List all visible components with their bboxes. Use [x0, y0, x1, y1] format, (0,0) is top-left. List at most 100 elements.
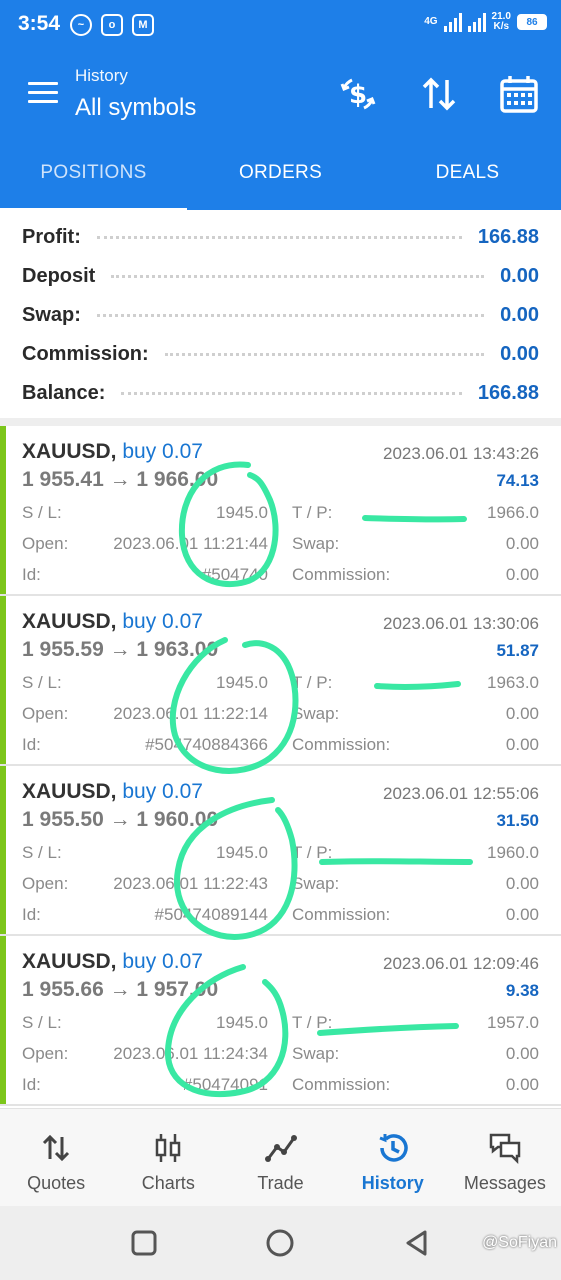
- deal-item[interactable]: XAUUSD, buy 0.07 2023.06.01 13:30:06 1 9…: [0, 596, 561, 766]
- summary-value: 166.88: [477, 226, 539, 248]
- nav-trade[interactable]: Trade: [224, 1109, 336, 1206]
- nav-charts[interactable]: Charts: [112, 1109, 224, 1206]
- commission-value: 0.00: [505, 735, 539, 754]
- buy-accent-bar: [0, 766, 6, 934]
- swap-label: Swap:: [292, 874, 340, 893]
- section-divider: [0, 418, 561, 426]
- nav-label: Trade: [257, 1173, 304, 1193]
- summary-value: 0.00: [500, 343, 539, 365]
- tp-label: T / P:: [292, 843, 333, 862]
- quotes-arrows-icon: [43, 1134, 70, 1162]
- deal-id: #50474091: [182, 1075, 268, 1094]
- swap-label: Swap:: [292, 1044, 340, 1063]
- back-triangle-icon[interactable]: [402, 1228, 432, 1258]
- deal-symbol: XAUUSD, buy 0.07: [22, 950, 203, 973]
- open-time: 2023.06.01 11:22:43: [113, 874, 268, 893]
- deal-profit: 9.38: [505, 981, 539, 1000]
- deal-side: buy 0.07: [122, 780, 203, 803]
- currency-exchange-icon[interactable]: $: [338, 74, 378, 114]
- candlestick-icon: [156, 1134, 181, 1162]
- summary-panel: Profit: 166.88 Deposit 0.00 Swap: 0.00 Comm…: [0, 218, 561, 413]
- summary-row-commission: Commission: 0.00: [0, 335, 561, 374]
- watermark: @SoFiyan: [482, 1234, 557, 1251]
- deal-profit: 74.13: [496, 471, 539, 490]
- deal-prices: 1 955.50 → 1 960.00: [22, 808, 219, 831]
- swap-value: 0.00: [505, 704, 539, 723]
- signal-icon: [443, 12, 462, 32]
- nav-quotes[interactable]: Quotes: [0, 1109, 112, 1206]
- swap-label: Swap:: [292, 704, 340, 723]
- tp-value: 1966.0: [487, 503, 539, 522]
- deal-symbol: XAUUSD, buy 0.07: [22, 780, 203, 803]
- tab-orders[interactable]: ORDERS: [187, 136, 374, 210]
- deal-close-time: 2023.06.01 12:09:46: [383, 954, 539, 973]
- deals-list: XAUUSD, buy 0.07 2023.06.01 13:43:26 1 9…: [0, 426, 561, 1106]
- deal-prices: 1 955.66 → 1 957.00: [22, 978, 219, 1001]
- signal-2-icon: [467, 12, 486, 32]
- buy-accent-bar: [0, 426, 6, 594]
- deal-prices: 1 955.41 → 1 966.00: [22, 468, 219, 491]
- commission-value: 0.00: [505, 905, 539, 924]
- app-bar: History All symbols $: [0, 52, 561, 136]
- swap-value: 0.00: [505, 534, 539, 553]
- messenger-icon: ~: [70, 14, 92, 36]
- sl-value: 1945.0: [216, 1013, 268, 1032]
- tp-value: 1963.0: [487, 673, 539, 692]
- commission-label: Commission:: [292, 905, 391, 924]
- deal-side: buy 0.07: [122, 610, 203, 633]
- app-bar-subtitle: History: [75, 66, 128, 85]
- tab-positions[interactable]: POSITIONS: [0, 136, 187, 210]
- open-label: Open:: [22, 704, 69, 723]
- sl-label: S / L:: [22, 503, 62, 522]
- summary-label: Profit:: [22, 226, 89, 249]
- tp-label: T / P:: [292, 673, 333, 692]
- active-tab-indicator: [0, 208, 187, 212]
- summary-label: Balance:: [22, 382, 114, 405]
- summary-row-balance: Balance: 166.88: [0, 374, 561, 413]
- commission-value: 0.00: [505, 1075, 539, 1094]
- deal-close-time: 2023.06.01 13:43:26: [383, 444, 539, 463]
- nav-label: History: [361, 1173, 424, 1193]
- open-time: 2023.06.01 11:24:34: [113, 1044, 268, 1063]
- sl-label: S / L:: [22, 843, 62, 862]
- id-label: Id:: [22, 905, 41, 924]
- symbol-filter[interactable]: All symbols: [75, 94, 196, 122]
- deal-item[interactable]: XAUUSD, buy 0.07 2023.06.01 13:43:26 1 9…: [0, 426, 561, 596]
- deal-item[interactable]: XAUUSD, buy 0.07 2023.06.01 12:55:06 1 9…: [0, 766, 561, 936]
- nav-messages[interactable]: Messages: [449, 1109, 561, 1206]
- commission-label: Commission:: [292, 1075, 391, 1094]
- summary-label: Swap:: [22, 304, 89, 327]
- id-label: Id:: [22, 735, 41, 754]
- deal-id: #504740: [201, 565, 268, 584]
- commission-label: Commission:: [292, 565, 391, 584]
- calendar-icon[interactable]: [499, 74, 539, 114]
- summary-label: Commission:: [22, 343, 157, 366]
- svg-text:$: $: [349, 80, 367, 110]
- gmail-icon: M: [132, 14, 154, 36]
- sl-value: 1945.0: [216, 673, 268, 692]
- sort-icon[interactable]: [419, 74, 459, 114]
- nav-history[interactable]: History: [337, 1109, 449, 1206]
- recents-square-icon[interactable]: [129, 1228, 159, 1258]
- deal-close-time: 2023.06.01 12:55:06: [383, 784, 539, 803]
- deal-profit: 51.87: [496, 641, 539, 660]
- swap-value: 0.00: [505, 1044, 539, 1063]
- tab-deals[interactable]: DEALS: [374, 136, 561, 210]
- history-clock-icon: [379, 1134, 408, 1162]
- battery-icon: 86: [517, 14, 547, 30]
- id-label: Id:: [22, 565, 41, 584]
- summary-value: 0.00: [500, 304, 539, 326]
- network-type: 4G: [424, 16, 438, 27]
- home-circle-icon[interactable]: [265, 1228, 295, 1258]
- id-label: Id:: [22, 1075, 41, 1094]
- open-label: Open:: [22, 1044, 69, 1063]
- tp-value: 1957.0: [487, 1013, 539, 1032]
- commission-value: 0.00: [505, 565, 539, 584]
- menu-icon[interactable]: [28, 82, 58, 104]
- history-tabs: POSITIONS ORDERS DEALS: [0, 136, 561, 210]
- messages-icon: [489, 1133, 521, 1165]
- deal-close-time: 2023.06.01 13:30:06: [383, 614, 539, 633]
- open-label: Open:: [22, 874, 69, 893]
- deal-item[interactable]: XAUUSD, buy 0.07 2023.06.01 12:09:46 1 9…: [0, 936, 561, 1106]
- network-speed-unit: K/s: [493, 21, 510, 32]
